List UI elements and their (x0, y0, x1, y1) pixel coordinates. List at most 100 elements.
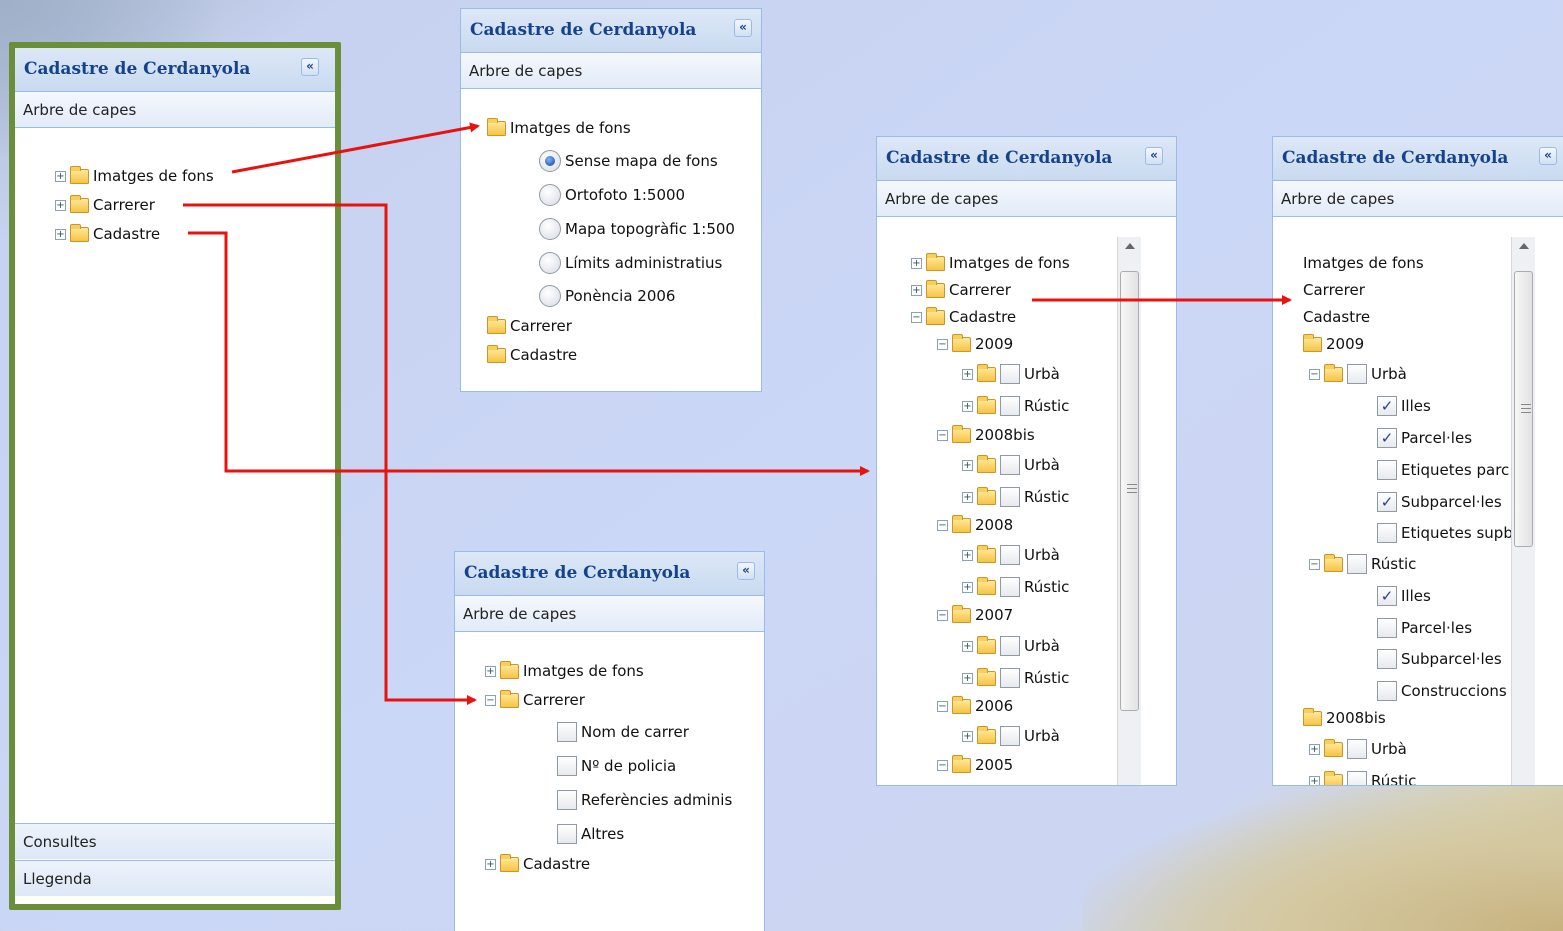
tree-row[interactable]: − 2005 (937, 753, 1013, 777)
tree-row[interactable]: +Urbà (962, 362, 1060, 386)
checkbox[interactable] (1377, 681, 1397, 701)
layer-tree-header[interactable]: Arbre de capes (877, 181, 1176, 217)
checkbox[interactable] (557, 756, 577, 776)
radio-icon[interactable] (539, 218, 561, 240)
layer-tree-header[interactable]: Arbre de capes (15, 92, 335, 128)
collapse-node-icon[interactable]: − (911, 311, 922, 323)
expand-icon[interactable]: + (1309, 743, 1320, 755)
scrollbar-thumb[interactable] (1120, 271, 1139, 711)
checkbox-checked[interactable]: ✓ (1377, 428, 1397, 448)
tree-row[interactable]: ✓ Subparcel·les (1377, 490, 1502, 514)
tree-row[interactable]: − 2009 (937, 332, 1013, 356)
tree-folder-cadastre[interactable]: Cadastre (487, 343, 577, 367)
checkbox[interactable] (557, 824, 577, 844)
collapse-node-icon[interactable]: − (485, 694, 496, 706)
checkbox[interactable] (1000, 577, 1020, 597)
expand-icon[interactable]: + (962, 400, 973, 412)
tree-row[interactable]: + Rústic (962, 485, 1069, 509)
expand-icon[interactable]: + (962, 549, 973, 561)
checkbox[interactable] (1347, 771, 1367, 785)
checkbox[interactable] (1000, 364, 1020, 384)
checkbox[interactable] (1377, 460, 1397, 480)
checkbox[interactable] (1000, 726, 1020, 746)
radio-icon[interactable] (539, 184, 561, 206)
layer-checkbox-row[interactable]: Nº de policia (557, 754, 676, 778)
tree-node-imatges[interactable]: + Imatges de fons (485, 659, 644, 683)
tree-row[interactable]: +Urbà (962, 634, 1060, 658)
tree-row[interactable]: + Rústic (1309, 769, 1416, 785)
scroll-up-icon[interactable] (1125, 243, 1135, 249)
tree-row[interactable]: − Rústic (1309, 552, 1416, 576)
vertical-scrollbar[interactable] (1117, 237, 1141, 785)
tree-row[interactable]: + Carrerer (911, 278, 1011, 302)
tree-row[interactable]: +Urbà (962, 453, 1060, 477)
checkbox[interactable] (557, 790, 577, 810)
collapse-node-icon[interactable]: − (937, 609, 948, 621)
tree-folder-carrerer[interactable]: Carrerer (487, 314, 572, 338)
radio-option[interactable]: Ortofoto 1:5000 (539, 183, 685, 207)
tree-row[interactable]: ✓ Parcel·les (1377, 426, 1472, 450)
collapse-icon[interactable]: « (301, 58, 319, 76)
checkbox[interactable] (1377, 618, 1397, 638)
tree-row[interactable]: +Urbà (962, 783, 1060, 786)
tree-row[interactable]: +Urbà (962, 543, 1060, 567)
checkbox[interactable] (1377, 523, 1397, 543)
tree-row[interactable]: ✓ Illes (1377, 394, 1431, 418)
tree-row[interactable]: ✓ Illes (1377, 584, 1431, 608)
tree-row[interactable]: Carrerer (1303, 278, 1365, 302)
checkbox[interactable] (1000, 668, 1020, 688)
tree-row[interactable]: + Rústic (962, 666, 1069, 690)
checkbox[interactable] (1347, 554, 1367, 574)
expand-icon[interactable]: + (485, 858, 496, 870)
checkbox-checked[interactable]: ✓ (1377, 396, 1397, 416)
layer-checkbox-row[interactable]: Altres (557, 822, 624, 846)
radio-selected-icon[interactable] (539, 150, 561, 172)
collapse-icon[interactable]: « (734, 19, 752, 37)
tree-row[interactable]: − Cadastre (911, 305, 1016, 329)
layer-tree-header[interactable]: Arbre de capes (1273, 181, 1563, 217)
tree-row[interactable]: Construccions (1377, 679, 1507, 703)
checkbox[interactable] (1000, 545, 1020, 565)
tree-row[interactable]: +Urbà (1309, 737, 1407, 761)
collapse-node-icon[interactable]: − (937, 429, 948, 441)
tree-row[interactable]: − 2006 (937, 694, 1013, 718)
tree-row[interactable]: Cadastre (1303, 305, 1370, 329)
tree-row[interactable]: Subparcel·les (1377, 647, 1502, 671)
tree-node-cadastre[interactable]: + Cadastre (485, 852, 590, 876)
radio-option[interactable]: Sense mapa de fons (539, 149, 718, 173)
expand-icon[interactable]: + (485, 665, 496, 677)
expand-icon[interactable]: + (962, 491, 973, 503)
layer-tree-header[interactable]: Arbre de capes (461, 53, 761, 89)
section-llegenda[interactable]: Llegenda (15, 860, 335, 896)
radio-option[interactable]: Límits administratius (539, 251, 722, 275)
tree-node-cadastre[interactable]: + Cadastre (55, 222, 160, 246)
tree-row[interactable]: − 2007 (937, 603, 1013, 627)
expand-icon[interactable]: + (962, 581, 973, 593)
collapse-node-icon[interactable]: − (937, 519, 948, 531)
radio-option[interactable]: Ponència 2006 (539, 284, 675, 308)
tree-row[interactable]: +Urbà (962, 724, 1060, 748)
tree-row[interactable]: − 2008 (937, 513, 1013, 537)
layer-tree-header[interactable]: Arbre de capes (455, 596, 764, 632)
collapse-icon[interactable]: « (737, 562, 755, 580)
checkbox[interactable] (1000, 455, 1020, 475)
collapse-node-icon[interactable]: − (1309, 368, 1320, 380)
checkbox[interactable] (1347, 739, 1367, 759)
section-consultes[interactable]: Consultes (15, 823, 335, 859)
checkbox[interactable] (1347, 364, 1367, 384)
tree-row[interactable]: + Imatges de fons (911, 251, 1070, 275)
tree-row[interactable]: 2009 (1303, 332, 1364, 356)
scroll-up-icon[interactable] (1519, 243, 1529, 249)
collapse-node-icon[interactable]: − (1309, 558, 1320, 570)
checkbox[interactable] (1000, 487, 1020, 507)
checkbox[interactable] (557, 722, 577, 742)
collapse-icon[interactable]: « (1539, 147, 1557, 165)
expand-icon[interactable]: + (55, 199, 66, 211)
tree-row[interactable]: Imatges de fons (1303, 251, 1424, 275)
tree-row[interactable]: − Urbà (1309, 362, 1407, 386)
tree-row[interactable]: + Rústic (962, 394, 1069, 418)
tree-node-imatges[interactable]: + Imatges de fons (55, 164, 214, 188)
collapse-node-icon[interactable]: − (937, 759, 948, 771)
radio-option[interactable]: Mapa topogràfic 1:500 (539, 217, 735, 241)
checkbox[interactable] (1000, 785, 1020, 786)
